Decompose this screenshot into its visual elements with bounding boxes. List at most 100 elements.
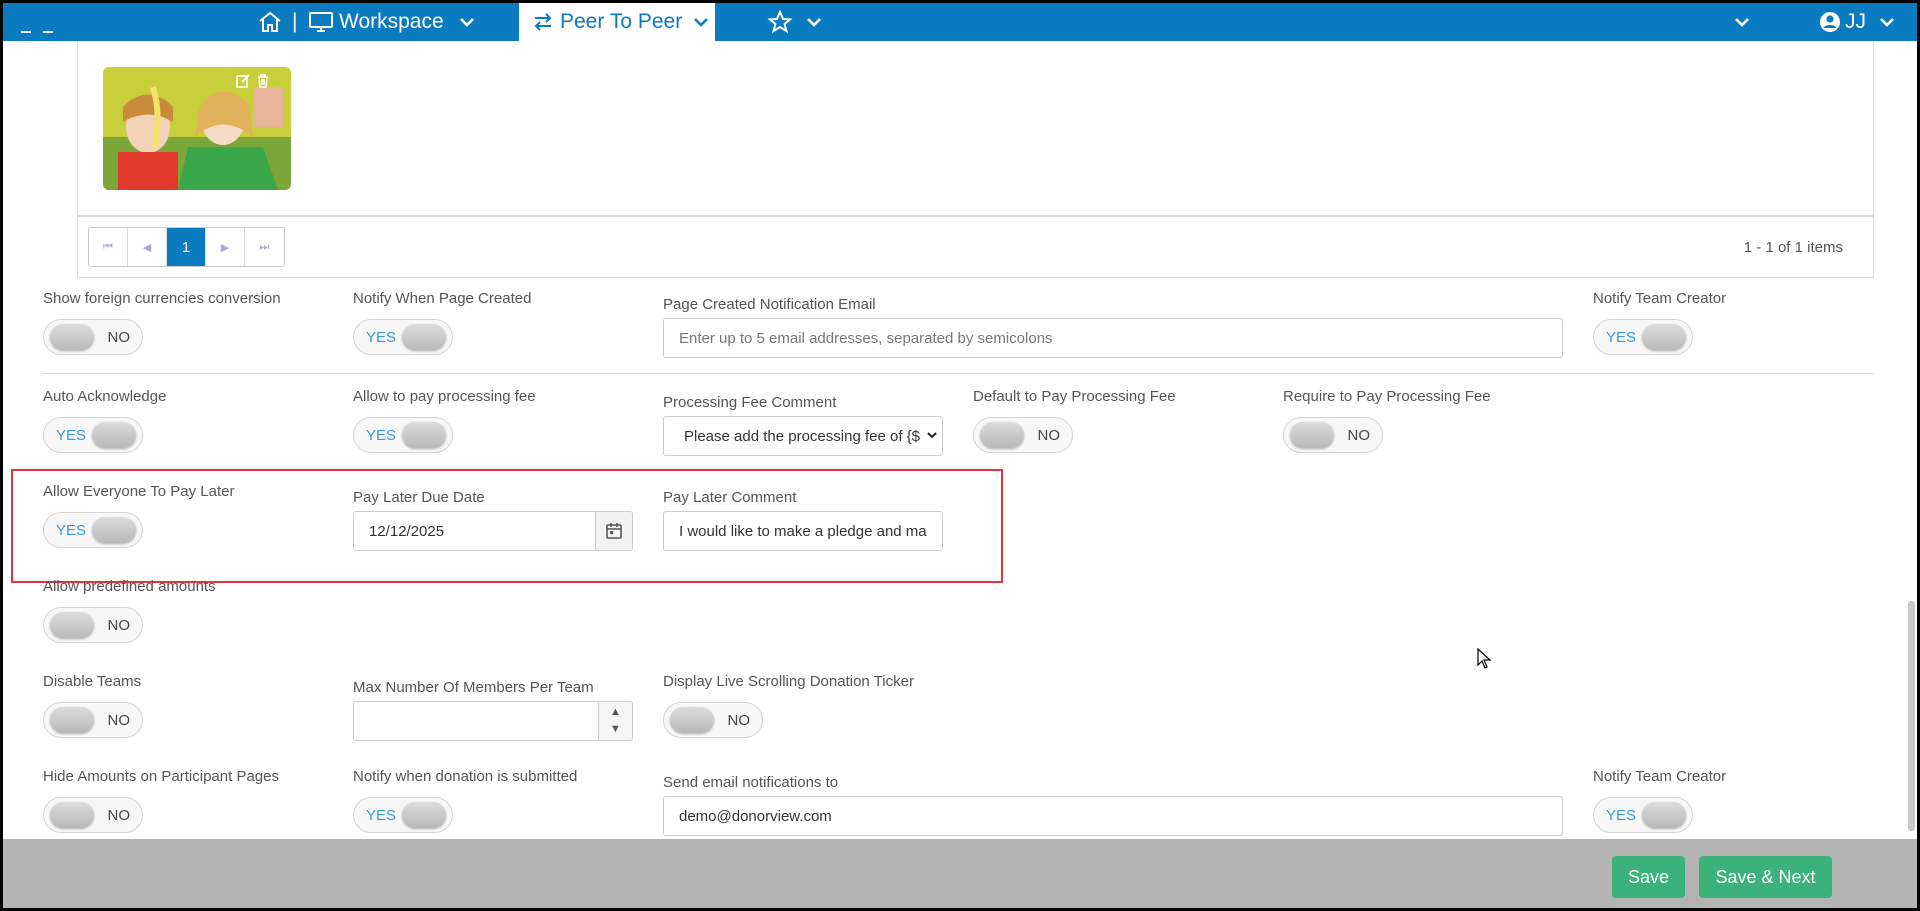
toggle-knob [50, 707, 94, 733]
toggle-knob [92, 422, 136, 448]
auto-acknowledge-label: Auto Acknowledge [43, 388, 167, 405]
toggle-text: YES [1606, 807, 1637, 824]
chevron-down-icon [1735, 18, 1749, 27]
toggle-text: NO [107, 712, 131, 729]
allow-processing-fee-toggle[interactable]: YES [353, 417, 453, 453]
next-page-icon: ▶ [220, 241, 230, 254]
toggle-knob [1642, 324, 1686, 350]
star-icon [767, 10, 793, 34]
prev-page-icon: ◀ [142, 241, 152, 254]
home-button[interactable] [257, 3, 283, 41]
toggle-text: YES [56, 427, 87, 444]
page-button-current[interactable]: 1 [167, 228, 206, 266]
first-page-button[interactable]: ⏮ [89, 228, 128, 266]
send-email-input[interactable]: demo@donorview.com [663, 796, 1563, 836]
monitor-icon [309, 12, 333, 32]
toggle-text: NO [1347, 427, 1371, 444]
predefined-amounts-label: Allow predefined amounts [43, 578, 216, 595]
user-initials: JJ [1845, 10, 1866, 33]
chevron-down-icon [1880, 18, 1894, 27]
notify-team-creator-2-toggle[interactable]: YES [1593, 797, 1693, 833]
toggle-knob [1290, 422, 1334, 448]
nav-separator: | [292, 10, 298, 33]
spin-up-icon[interactable]: ▲ [610, 704, 621, 721]
toggle-text: NO [107, 617, 131, 634]
user-menu[interactable]: JJ [1819, 3, 1896, 41]
notify-donation-label: Notify when donation is submitted [353, 768, 578, 785]
edit-icon[interactable] [235, 73, 251, 89]
hide-amounts-label: Hide Amounts on Participant Pages [43, 768, 279, 785]
chevron-down-icon [807, 18, 821, 27]
toggle-text: NO [1037, 427, 1061, 444]
predefined-amounts-toggle[interactable]: NO [43, 607, 143, 643]
toggle-knob [1642, 802, 1686, 828]
auto-acknowledge-toggle[interactable]: YES [43, 417, 143, 453]
gallery-pager: ⏮ ◀ 1 ▶ ⏭ 1 - 1 of 1 items [77, 216, 1874, 278]
vertical-scrollbar[interactable] [1908, 601, 1915, 831]
spin-down-icon[interactable]: ▼ [610, 721, 621, 738]
save-button[interactable]: Save [1612, 856, 1685, 898]
workspace-menu[interactable]: Workspace [308, 3, 476, 41]
default-processing-fee-toggle[interactable]: NO [973, 417, 1073, 453]
processing-fee-comment-label: Processing Fee Comment [663, 394, 837, 411]
prev-page-button[interactable]: ◀ [128, 228, 167, 266]
workspace-label: Workspace [339, 10, 444, 33]
require-processing-fee-toggle[interactable]: NO [1283, 417, 1383, 453]
last-page-button[interactable]: ⏭ [245, 228, 284, 266]
toggle-text: YES [366, 427, 397, 444]
notify-team-creator-label: Notify Team Creator [1593, 290, 1727, 307]
more-menu[interactable] [1733, 3, 1751, 41]
toggle-text: NO [727, 712, 751, 729]
notify-page-created-toggle[interactable]: YES [353, 319, 453, 355]
mouse-cursor-icon [1477, 648, 1492, 669]
toggle-text: YES [366, 807, 397, 824]
action-footer: Save Save & Next [0, 839, 1920, 911]
next-page-button[interactable]: ▶ [206, 228, 245, 266]
menu-dash [43, 31, 53, 33]
highlight-box [11, 469, 1003, 583]
toggle-text: NO [107, 807, 131, 824]
thumbnail-tools [235, 73, 271, 89]
default-processing-fee-label: Default to Pay Processing Fee [973, 388, 1176, 405]
allow-processing-fee-label: Allow to pay processing fee [353, 388, 536, 405]
toggle-knob [402, 422, 446, 448]
live-ticker-toggle[interactable]: NO [663, 702, 763, 738]
number-spinner[interactable]: ▲ ▼ [598, 702, 632, 740]
hide-amounts-toggle[interactable]: NO [43, 797, 143, 833]
pager-info: 1 - 1 of 1 items [1743, 239, 1843, 256]
pager-buttons: ⏮ ◀ 1 ▶ ⏭ [88, 227, 285, 267]
trash-icon[interactable] [255, 73, 271, 89]
user-avatar-icon [1820, 12, 1840, 32]
max-members-label: Max Number Of Members Per Team [353, 679, 594, 696]
chevron-down-icon [459, 18, 474, 27]
page-created-email-input[interactable]: Enter up to 5 email addresses, separated… [663, 318, 1563, 358]
save-next-button[interactable]: Save & Next [1699, 856, 1832, 898]
section-divider [43, 373, 1874, 374]
notify-team-creator-toggle[interactable]: YES [1593, 319, 1693, 355]
notify-donation-toggle[interactable]: YES [353, 797, 453, 833]
notify-page-created-label: Notify When Page Created [353, 290, 532, 307]
send-email-label: Send email notifications to [663, 774, 839, 791]
toggle-knob [670, 707, 714, 733]
chevron-down-icon [694, 18, 709, 27]
processing-fee-comment-select[interactable]: Please add the processing fee of {$ [663, 416, 943, 456]
foreign-currency-toggle[interactable]: NO [43, 319, 143, 355]
gallery-thumbnail[interactable] [103, 67, 291, 190]
toggle-knob [402, 324, 446, 350]
select-value: Please add the processing fee of {$ [684, 427, 921, 445]
page-created-email-label: Page Created Notification Email [663, 296, 876, 313]
favorites-menu[interactable] [767, 3, 823, 41]
toggle-text: NO [107, 329, 131, 346]
toggle-knob [50, 324, 94, 350]
max-members-input[interactable]: ▲ ▼ [353, 701, 633, 741]
toggle-knob [980, 422, 1024, 448]
foreign-currency-label: Show foreign currencies conversion [43, 290, 281, 307]
menu-dash [21, 31, 31, 33]
tab-peer-to-peer[interactable]: Peer To Peer [519, 3, 715, 41]
disable-teams-label: Disable Teams [43, 673, 142, 690]
first-page-icon: ⏮ [103, 240, 113, 253]
image-gallery [77, 41, 1874, 216]
tab-label: Peer To Peer [560, 10, 683, 33]
disable-teams-toggle[interactable]: NO [43, 702, 143, 738]
home-icon [259, 11, 281, 32]
